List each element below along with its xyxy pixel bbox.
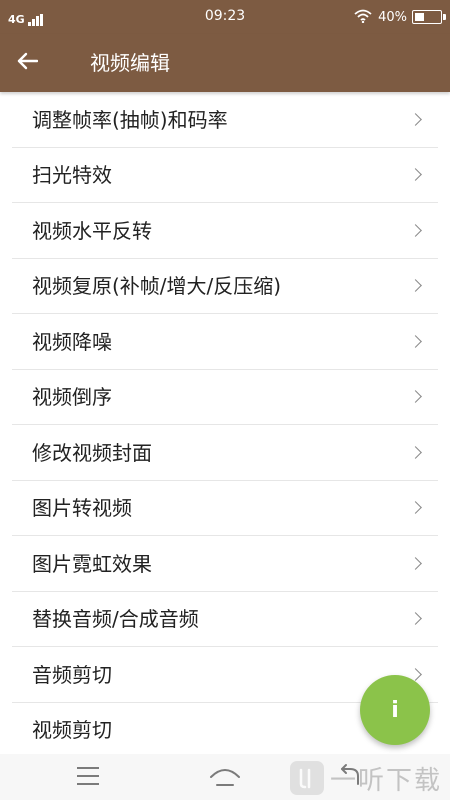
list-item-label: 图片霓虹效果 [32, 551, 152, 576]
chevron-right-icon [409, 334, 422, 348]
back-button[interactable] [16, 48, 56, 78]
list-item-label: 修改视频封面 [32, 440, 152, 465]
chevron-right-icon [409, 168, 422, 182]
chevron-right-icon [409, 445, 422, 459]
list-item-label: 视频水平反转 [32, 218, 152, 243]
chevron-right-icon [409, 556, 422, 570]
info-icon: i [391, 697, 399, 723]
list-item[interactable]: 视频水平反转 [0, 203, 450, 259]
list-item[interactable]: 视频复原(补帧/增大/反压缩) [0, 259, 450, 314]
page-title: 视频编辑 [90, 51, 170, 75]
battery-icon [412, 10, 446, 24]
status-right: 40% [354, 7, 446, 27]
menu-icon[interactable] [77, 767, 99, 785]
info-fab-button[interactable]: i [360, 675, 430, 745]
chevron-right-icon [409, 612, 422, 626]
chevron-right-icon [409, 223, 422, 237]
chevron-right-icon [409, 390, 422, 404]
list-item[interactable]: 替换音频/合成音频 [0, 592, 450, 647]
list-item-label: 视频复原(补帧/增大/反压缩) [32, 274, 282, 299]
watermark-logo-icon [290, 761, 324, 795]
status-bar: 4G 09:23 40% [0, 0, 450, 34]
list-item[interactable]: 视频倒序 [0, 370, 450, 425]
list-item[interactable]: 调整帧率(抽帧)和码率 [0, 92, 450, 148]
list-item-label: 视频降噪 [32, 329, 112, 354]
list-item[interactable]: 图片转视频 [0, 481, 450, 536]
list-item-label: 音频剪切 [32, 662, 112, 687]
watermark-text: 一听下载 [330, 765, 443, 796]
list-item-label: 视频倒序 [32, 385, 112, 410]
home-icon[interactable] [208, 763, 242, 789]
list-item-label: 扫光特效 [32, 163, 112, 188]
battery-percent: 40% [378, 9, 407, 25]
watermark: 一听下载 [290, 757, 450, 799]
list-item-label: 调整帧率(抽帧)和码率 [32, 107, 228, 132]
list-item[interactable]: 视频降噪 [0, 314, 450, 370]
app-bar: 视频编辑 [0, 34, 450, 92]
chevron-right-icon [409, 279, 422, 293]
list-item[interactable]: 扫光特效 [0, 148, 450, 203]
list-item-label: 替换音频/合成音频 [32, 607, 199, 632]
list-item[interactable]: 修改视频封面 [0, 425, 450, 481]
list-item[interactable]: 图片霓虹效果 [0, 536, 450, 592]
menu-list: 调整帧率(抽帧)和码率 扫光特效 视频水平反转 视频复原(补帧/增大/反压缩) … [0, 92, 450, 758]
chevron-right-icon [409, 501, 422, 515]
list-item-label: 视频剪切 [32, 718, 112, 743]
list-item-label: 图片转视频 [32, 496, 132, 521]
arrow-left-icon [16, 52, 39, 74]
chevron-right-icon [409, 112, 422, 126]
wifi-icon [354, 8, 372, 27]
battery-fill [415, 13, 425, 21]
